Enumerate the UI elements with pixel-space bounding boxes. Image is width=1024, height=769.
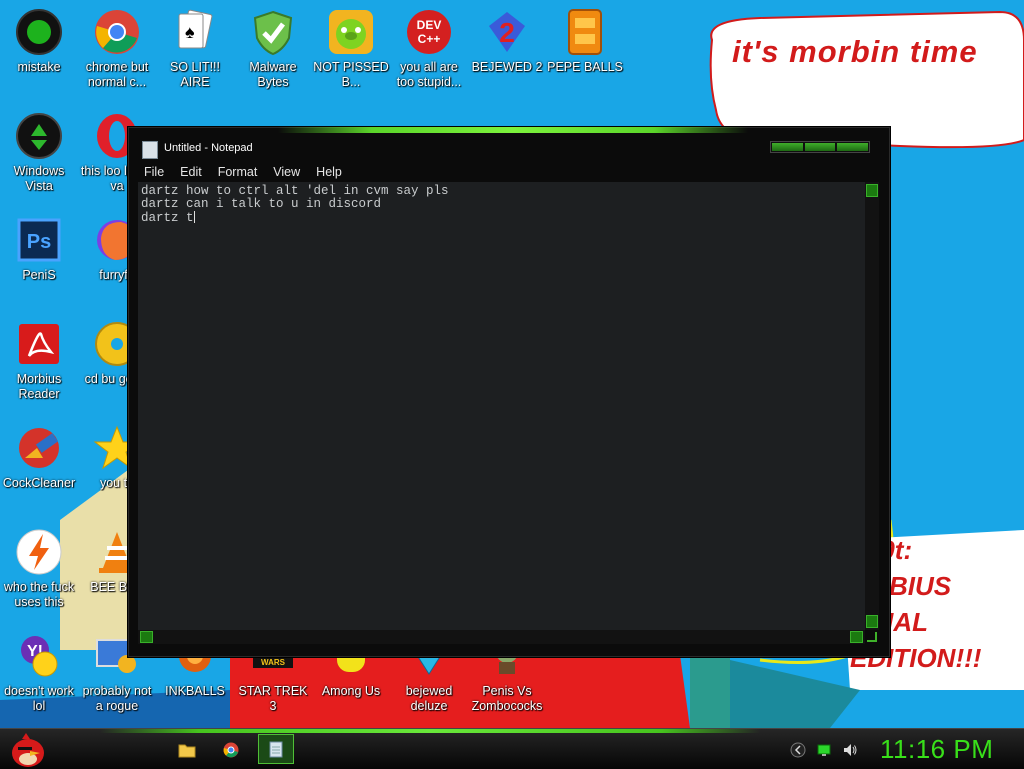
desktop-icon-morbius-reader[interactable]: Morbius Reader bbox=[0, 314, 78, 414]
scroll-left-button[interactable] bbox=[140, 631, 153, 643]
maximize-button[interactable] bbox=[804, 143, 836, 151]
desktop-icon-label: chrome but normal c... bbox=[85, 60, 149, 89]
svg-text:C++: C++ bbox=[418, 32, 441, 46]
taskbar-notepad-button[interactable] bbox=[258, 734, 294, 764]
window-title: Untitled - Notepad bbox=[164, 142, 253, 154]
playing-cards-icon: ♠ bbox=[178, 9, 213, 49]
show-hidden-icons-icon[interactable] bbox=[790, 742, 806, 758]
svg-text:♠: ♠ bbox=[185, 22, 195, 42]
scroll-right-button[interactable] bbox=[850, 631, 863, 643]
desktop-icon-bad-piggies[interactable]: NOT PISSED B... bbox=[312, 2, 390, 102]
notepad-window[interactable]: Untitled - Notepad File Edit Format View… bbox=[127, 126, 891, 658]
minimize-button[interactable] bbox=[772, 143, 803, 151]
text-line-current: dartz t bbox=[141, 211, 862, 225]
text-line: dartz t bbox=[141, 211, 194, 225]
desktop-icon-label: doesn't work lol bbox=[4, 684, 74, 713]
wallpaper-bubble-text: it's morbin time bbox=[732, 34, 978, 69]
bejeweled-icon: 2 bbox=[489, 12, 525, 52]
desktop-icon-devcpp[interactable]: DEV C++ you all are too stupid... bbox=[390, 2, 468, 102]
volume-icon[interactable] bbox=[842, 742, 858, 758]
desktop-icon-label: mistake bbox=[17, 60, 61, 74]
folder-icon bbox=[178, 744, 196, 758]
lightning-bolt-icon bbox=[16, 529, 62, 575]
scroll-up-button[interactable] bbox=[866, 184, 878, 197]
desktop-icon-pepe-balls[interactable]: PEPE BALLS bbox=[546, 2, 624, 102]
scroll-down-button[interactable] bbox=[866, 615, 878, 628]
desktop-icon-label: bejewed deluze bbox=[405, 684, 453, 713]
svg-text:Ps: Ps bbox=[27, 231, 51, 253]
taskbar: 11:16 PM bbox=[0, 728, 1024, 769]
desktop-icon-bejeweled-2[interactable]: 2 BEJEWED 2 bbox=[468, 2, 546, 102]
desktop-icon-who-uses-this[interactable]: who the fuck uses this bbox=[0, 522, 78, 622]
razer-icon bbox=[16, 9, 62, 55]
desktop-icon-label: Windows Vista bbox=[13, 164, 65, 193]
desktop-icon-label: PeniS bbox=[22, 268, 56, 282]
yahoo-messenger-icon: Y! bbox=[21, 636, 58, 677]
acrobat-icon bbox=[19, 324, 59, 364]
taskbar-glow bbox=[100, 729, 760, 733]
caption-buttons bbox=[770, 141, 870, 153]
desktop-icon-malwarebytes[interactable]: Malware Bytes bbox=[234, 2, 312, 102]
desktop-icon-photoshop[interactable]: Ps PeniS bbox=[0, 210, 78, 310]
horizontal-scrollbar[interactable] bbox=[138, 630, 865, 644]
desktop-icon-windows-vista[interactable]: Windows Vista bbox=[0, 106, 78, 206]
desktop-icon-label: STAR TREK 3 bbox=[238, 684, 308, 713]
desktop-icon-label: Penis Vs Zombococks bbox=[471, 684, 543, 713]
desktop-icon-label: PEPE BALLS bbox=[547, 60, 623, 74]
text-editor[interactable]: dartz how to ctrl alt 'del in cvm say pl… bbox=[138, 182, 865, 630]
orange-block-icon bbox=[568, 9, 602, 55]
menu-bar: File Edit Format View Help bbox=[136, 163, 350, 181]
menu-file[interactable]: File bbox=[136, 163, 172, 181]
shield-check-icon bbox=[253, 10, 293, 56]
taskbar-clock[interactable]: 11:16 PM bbox=[880, 734, 993, 765]
taskbar-chrome-button[interactable] bbox=[216, 737, 246, 763]
menu-format[interactable]: Format bbox=[210, 163, 266, 181]
system-tray bbox=[790, 739, 858, 761]
chrome-icon bbox=[223, 742, 239, 758]
photoshop-icon: Ps bbox=[17, 218, 61, 262]
svg-text:2: 2 bbox=[499, 17, 515, 48]
resize-grip[interactable] bbox=[867, 632, 877, 642]
desktop-icon-solitaire[interactable]: ♠ SO LIT!!! AIRE bbox=[156, 2, 234, 102]
desktop-icon-label: INKBALLS bbox=[165, 684, 225, 698]
desktop-icon-mistake[interactable]: mistake bbox=[0, 2, 78, 102]
taskbar-explorer-button[interactable] bbox=[172, 737, 202, 763]
svg-text:DEV: DEV bbox=[417, 18, 442, 32]
menu-edit[interactable]: Edit bbox=[172, 163, 210, 181]
desktop-icon-yahoo-messenger[interactable]: Y! doesn't work lol bbox=[0, 626, 78, 726]
desktop-icon-label: CockCleaner bbox=[2, 476, 76, 490]
desktop-icon-label: NOT PISSED B... bbox=[313, 60, 389, 89]
network-icon[interactable] bbox=[816, 742, 832, 758]
ccleaner-icon bbox=[19, 428, 59, 468]
start-button-angry-bird-icon[interactable] bbox=[4, 729, 48, 769]
vertical-scrollbar[interactable] bbox=[865, 182, 879, 630]
desktop-icon-ccleaner[interactable]: CockCleaner bbox=[0, 418, 78, 518]
notepad-icon bbox=[269, 741, 283, 758]
text-line: dartz can i talk to u in discord bbox=[141, 197, 382, 211]
devcpp-icon: DEVC++ bbox=[407, 10, 451, 54]
desktop-icon-label: Morbius Reader bbox=[16, 372, 62, 401]
recycle-bin-icon bbox=[16, 113, 62, 159]
desktop-icon-label: Among Us bbox=[321, 684, 381, 698]
close-button[interactable] bbox=[837, 143, 869, 151]
menu-help[interactable]: Help bbox=[308, 163, 350, 181]
desktop-icon-label: you all are too stupid... bbox=[396, 60, 462, 89]
title-bar[interactable]: Untitled - Notepad bbox=[128, 135, 890, 163]
svg-text:WARS: WARS bbox=[261, 658, 286, 667]
notepad-icon bbox=[142, 141, 158, 159]
desktop-icon-label: BEJEWED 2 bbox=[471, 60, 543, 74]
desktop-icon-label: who the fuck uses this bbox=[3, 580, 75, 609]
desktop-icon-label: probably not a rogue bbox=[82, 684, 152, 713]
text-cursor bbox=[193, 211, 195, 223]
menu-view[interactable]: View bbox=[265, 163, 308, 181]
green-pig-icon bbox=[329, 10, 373, 54]
chrome-icon bbox=[95, 10, 139, 54]
window-title-glow bbox=[278, 127, 748, 133]
desktop-icon-label: Malware Bytes bbox=[249, 60, 297, 89]
desktop-icon-label: SO LIT!!! AIRE bbox=[169, 60, 220, 89]
desktop-icon-chrome[interactable]: chrome but normal c... bbox=[78, 2, 156, 102]
